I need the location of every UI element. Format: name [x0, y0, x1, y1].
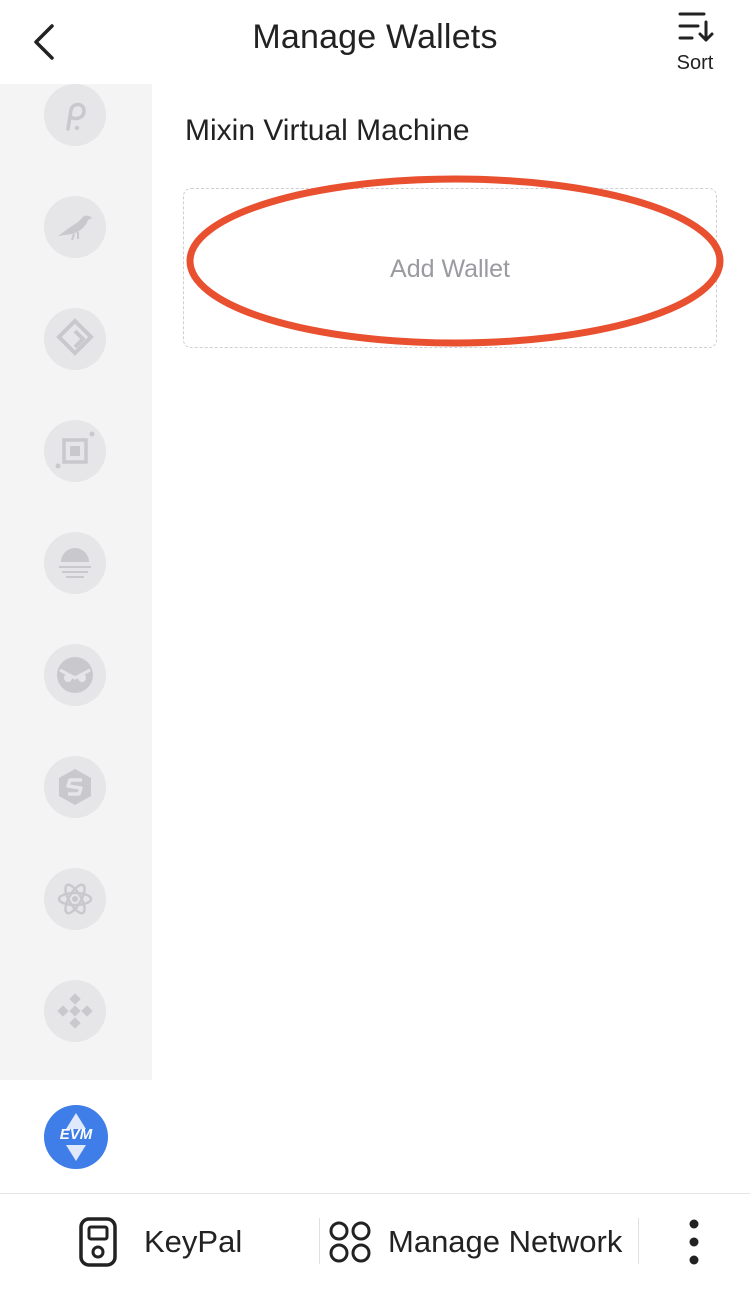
sidebar-item-sunset-chain[interactable] [44, 532, 106, 594]
square-chain-icon [44, 420, 106, 482]
sidebar-item-atom[interactable] [44, 868, 106, 930]
sort-icon [678, 12, 714, 42]
sort-button[interactable]: Sort [664, 8, 726, 78]
manage-network-label: Manage Network [388, 1224, 623, 1259]
sunset-chain-icon [44, 532, 106, 594]
more-button[interactable] [672, 1194, 716, 1289]
divider [638, 1218, 639, 1264]
sidebar-item-bird-chain[interactable] [44, 196, 106, 258]
more-vertical-icon [689, 1219, 699, 1265]
add-wallet-label: Add Wallet [390, 255, 510, 283]
sidebar-item-owl-chain[interactable] [44, 644, 106, 706]
divider [319, 1218, 320, 1264]
keypal-device-icon [79, 1217, 117, 1267]
chain-sidebar [0, 84, 152, 1080]
manage-network-button[interactable]: Manage Network [328, 1194, 636, 1289]
sidebar-item-hexagon-chain[interactable] [44, 756, 106, 818]
owl-chain-icon [44, 644, 106, 706]
sidebar-item-bnb[interactable] [44, 980, 106, 1042]
sidebar-item-diamond-chain[interactable] [44, 308, 106, 370]
sidebar-item-evm[interactable]: EVM [44, 1105, 108, 1169]
polkadot-icon [44, 84, 106, 146]
add-wallet-button[interactable]: Add Wallet [183, 188, 717, 348]
atom-icon [44, 868, 106, 930]
bnb-icon [44, 980, 106, 1042]
keypal-label: KeyPal [144, 1224, 243, 1259]
evm-label: EVM [59, 1126, 93, 1143]
bird-chain-icon [44, 196, 106, 258]
diamond-chain-icon [44, 308, 106, 370]
section-title: Mixin Virtual Machine [185, 114, 470, 147]
bottom-bar: KeyPal Manage Network [0, 1193, 750, 1289]
sidebar-item-square-chain[interactable] [44, 420, 106, 482]
keypal-button[interactable]: KeyPal [76, 1194, 276, 1289]
sort-label: Sort [676, 52, 714, 74]
page-title: Manage Wallets [252, 18, 498, 56]
hexagon-s-chain-icon [44, 756, 106, 818]
grid-clover-icon [329, 1221, 371, 1263]
header: Manage Wallets Sort [0, 0, 750, 84]
manage-wallets-screen: Manage Wallets Sort EVM Mixin Virtual Ma… [0, 0, 750, 1289]
sidebar-item-polkadot[interactable] [44, 84, 106, 146]
